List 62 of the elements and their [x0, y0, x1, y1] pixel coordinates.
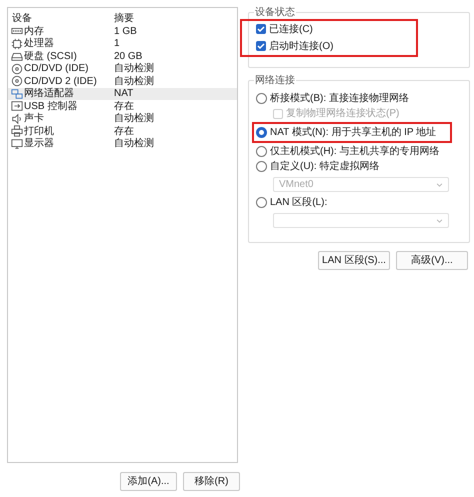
network-icon: [11, 88, 23, 100]
device-row[interactable]: 打印机 存在: [8, 125, 237, 138]
device-summary: 20 GB: [114, 50, 142, 62]
device-name: 网络适配器: [24, 86, 74, 100]
monitor-icon: [11, 138, 23, 150]
device-row[interactable]: CD/DVD (IDE) 自动检测: [8, 62, 237, 75]
usb-icon: [11, 100, 23, 112]
checkbox[interactable]: [256, 24, 266, 34]
button[interactable]: 添加(A)...: [120, 472, 177, 491]
radio-label: LAN 区段(L):: [270, 196, 328, 210]
device-summary: 1: [114, 37, 120, 52]
device-name: 硬盘 (SCSI): [24, 50, 77, 64]
radio-button[interactable]: [256, 197, 267, 208]
radio-button[interactable]: [256, 146, 267, 157]
device-list[interactable]: 设备 摘要 内存 1 GB 处理器 1 硬盘 (SCSI) 20 GB CD/DVD (IDE) 自动检测 CD/DVD 2 (IDE) 自动检测 网络适配器 NAT USB 控制器 存在 声卡 自动检测 打印机 存在 显示器 自动检测: [7, 7, 238, 463]
chevron-icon: [436, 182, 443, 186]
device-name: 声卡: [24, 112, 44, 126]
device-summary: 自动检测: [114, 112, 154, 126]
column-header[interactable]: 设备: [12, 11, 114, 26]
device-summary: 存在: [114, 124, 134, 138]
checkbox[interactable]: [256, 41, 266, 51]
device-row[interactable]: 显示器 自动检测: [8, 138, 237, 150]
device-row[interactable]: 硬盘 (SCSI) 20 GB: [8, 50, 237, 62]
printer-icon: [11, 125, 23, 138]
device-row[interactable]: CD/DVD 2 (IDE) 自动检测: [8, 75, 237, 88]
radio-button[interactable]: [256, 161, 267, 172]
radio-label: 仅主机模式(H): 与主机共享的专用网络: [270, 144, 440, 159]
device-summary: 自动检测: [114, 74, 154, 89]
disc-icon: [11, 62, 23, 75]
speaker-icon: [11, 112, 23, 125]
button[interactable]: LAN 区段(S)...: [318, 251, 390, 270]
checkbox-label: 复制物理网络连接状态(P): [286, 106, 400, 121]
device-summary: 自动检测: [114, 62, 154, 76]
checkbox-label: 已连接(C): [269, 22, 313, 36]
device-name: 内存: [24, 24, 44, 38]
device-name: 处理器: [24, 36, 54, 51]
button[interactable]: 高级(V)...: [396, 251, 468, 270]
device-row[interactable]: 网络适配器 NAT: [8, 88, 237, 100]
radio-button[interactable]: [256, 93, 267, 104]
radio-button[interactable]: [256, 127, 267, 138]
radio-label: 自定义(U): 特定虚拟网络: [270, 160, 380, 174]
device-name: USB 控制器: [24, 100, 78, 112]
device-row[interactable]: 声卡 自动检测: [8, 112, 237, 125]
chevron-icon: [436, 218, 443, 222]
device-name: CD/DVD 2 (IDE): [24, 74, 97, 88]
device-row[interactable]: USB 控制器 存在: [8, 100, 237, 112]
radio-label: 桥接模式(B): 直接连接物理网络: [270, 92, 409, 106]
checkbox-label: 启动时连接(O): [269, 40, 334, 54]
device-row[interactable]: 处理器 1: [8, 38, 237, 50]
device-summary: NAT: [114, 87, 134, 101]
device-row[interactable]: 内存 1 GB: [8, 25, 237, 38]
device-summary: 1 GB: [114, 24, 137, 39]
radio-label: NAT 模式(N): 用于共享主机的 IP 地址: [270, 126, 436, 140]
device-name: 显示器: [24, 137, 54, 152]
button[interactable]: 移除(R): [183, 472, 240, 491]
device-summary: 自动检测: [114, 136, 154, 152]
device-summary: 存在: [114, 100, 134, 113]
chip-icon: [11, 38, 23, 50]
column-header[interactable]: 摘要: [114, 11, 134, 26]
device-name: CD/DVD (IDE): [24, 62, 88, 76]
device-name: 打印机: [24, 124, 54, 138]
disc-icon: [11, 75, 23, 88]
